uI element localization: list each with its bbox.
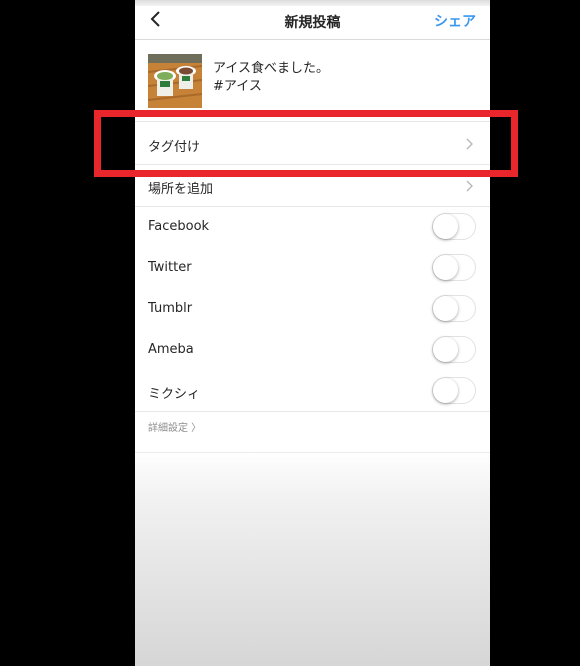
divider (135, 452, 490, 453)
tumblr-toggle[interactable] (432, 295, 476, 322)
facebook-label: Facebook (148, 219, 210, 234)
toggle-knob (433, 255, 458, 280)
advanced-settings-link[interactable]: 詳細設定 〉 (148, 419, 201, 434)
share-row-tumblr: Tumblr (135, 288, 490, 329)
share-button[interactable]: シェア (434, 11, 476, 31)
mixi-label: ミクシィ (148, 387, 201, 402)
ameba-label: Ameba (148, 342, 194, 357)
toggle-knob (433, 378, 458, 403)
divider (135, 411, 490, 412)
tumblr-label: Tumblr (148, 301, 193, 316)
share-row-facebook: Facebook (135, 206, 490, 247)
ameba-toggle[interactable] (432, 336, 476, 363)
caption-hashtag: #アイス (213, 79, 262, 94)
share-row-mixi: ミクシィ (135, 370, 490, 411)
add-location-label: 場所を追加 (148, 182, 214, 197)
new-post-screen: 新規投稿 シェア アイス食べました。 #アイス タグ付け 場所を追加 Faceb… (135, 0, 490, 666)
twitter-toggle[interactable] (432, 254, 476, 281)
share-row-ameba: Ameba (135, 329, 490, 370)
toggle-knob (433, 296, 458, 321)
caption-text: アイス食べました。 (213, 61, 329, 76)
toggle-knob (433, 337, 458, 362)
mixi-toggle[interactable] (432, 377, 476, 404)
share-row-twitter: Twitter (135, 247, 490, 288)
chevron-right-icon (466, 180, 473, 192)
navigation-bar: 新規投稿 シェア (135, 0, 490, 40)
facebook-toggle[interactable] (432, 213, 476, 240)
twitter-label: Twitter (148, 260, 192, 275)
highlight-box (94, 110, 518, 177)
post-thumbnail[interactable] (148, 54, 202, 108)
post-caption[interactable]: アイス食べました。 #アイス (213, 60, 329, 96)
toggle-knob (433, 214, 458, 239)
